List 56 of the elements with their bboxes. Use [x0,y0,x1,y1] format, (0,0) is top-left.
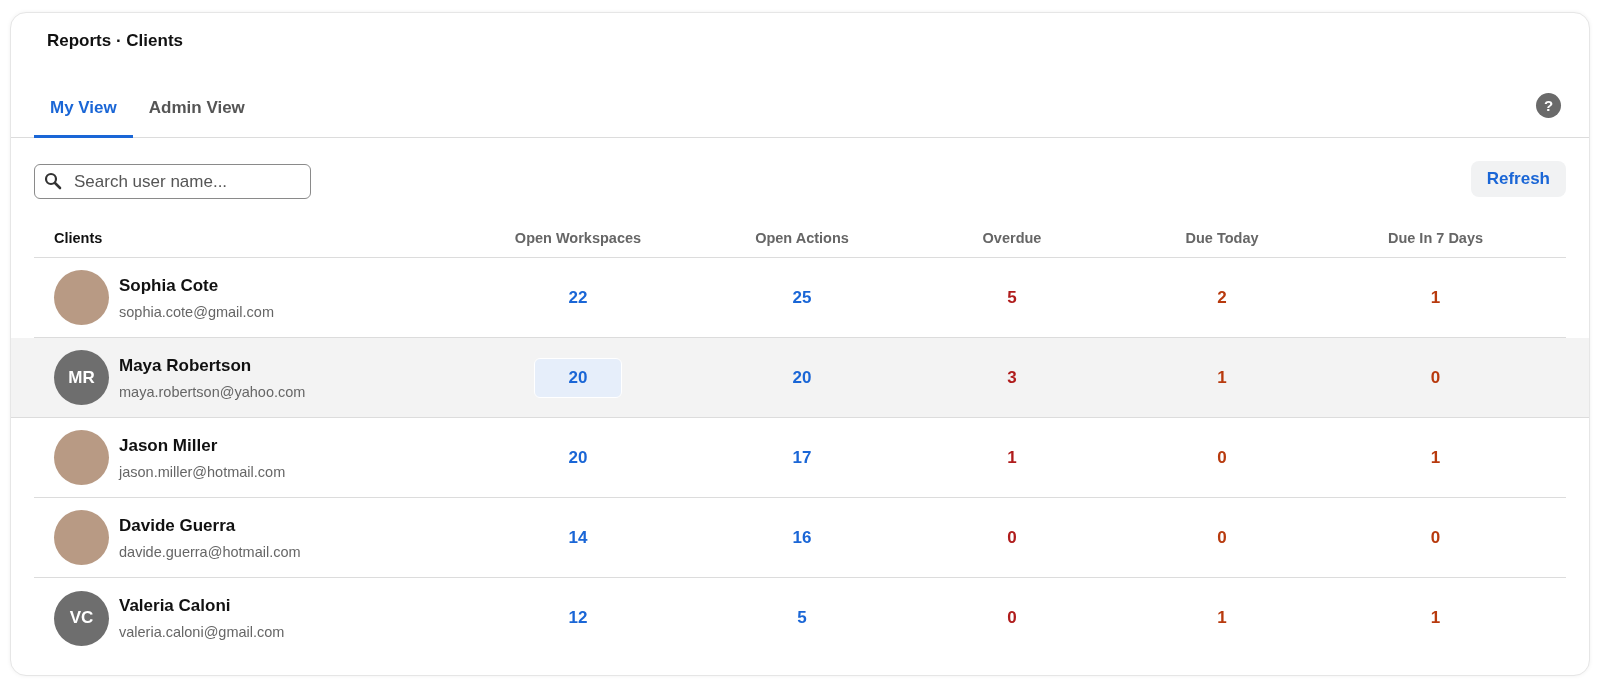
table-cell-text: 0 [1006,607,1018,629]
column-header: Clients [54,230,103,246]
table-cell-text: 22 [567,286,589,309]
column-header: Open Workspaces [514,230,642,246]
help-button[interactable]: ? [1536,93,1561,118]
table-cell-text: 5 [796,607,808,629]
avatar-photo-placeholder [54,270,109,325]
initials-avatar: VC [54,590,109,646]
column-header: Due In 7 Days [1387,230,1484,246]
client-name: Sophia Cote [119,275,220,296]
table-cell-text: 1 [1216,607,1228,629]
table-cell-text: 17 [791,446,813,469]
table-cell-text: 2 [1216,286,1228,309]
table-cell-text: 12 [567,607,589,629]
table-cell-text: 16 [791,526,813,549]
table-cell-text: 20 [567,446,589,469]
table-cell[interactable]: 20 [534,357,622,398]
table-row[interactable]: VC Valeria Caloni valeria.caloni@gmail.com 12 5 0 1 1 [34,578,1566,658]
table-cell-text: 0 [1216,446,1228,469]
table-cell-text: 0 [1429,526,1442,549]
table-cell-text: 0 [1216,526,1228,549]
client-name: Davide Guerra [119,515,237,536]
client-email: valeria.caloni@gmail.com [119,624,285,640]
avatar-photo-placeholder [54,430,109,485]
table-cell-text: 1 [1429,607,1442,629]
client-email: jason.miller@hotmail.com [119,463,286,480]
view-tab[interactable]: My View [34,88,133,138]
initials-avatar: MR [54,350,109,405]
table-row[interactable]: Davide Guerra davide.guerra@hotmail.com 14 16 0 0 0 [34,498,1566,578]
table-cell-text: 1 [1429,286,1442,309]
table-row[interactable]: Jason Miller jason.miller@hotmail.com 20 17 1 0 1 [34,418,1566,498]
breadcrumb-title: Reports · Clients [47,31,184,51]
table-cell-text: 5 [1006,286,1018,309]
table-row[interactable]: MR Maya Robertson maya.robertson@yahoo.com 20 20 3 1 0 [11,338,1589,418]
client-name: Jason Miller [119,435,219,456]
table-cell-text: 1 [1429,446,1442,469]
column-header: Due Today [1185,230,1259,246]
table-cell-text: 0 [1429,366,1442,389]
table-cell-text: 0 [1006,526,1018,549]
client-name: Maya Robertson [119,355,253,376]
refresh-button[interactable]: Refresh [1470,160,1566,197]
table-cell-text: 3 [1006,366,1018,389]
column-header: Overdue [982,230,1042,246]
table-cell-text: 20 [791,366,813,389]
avatar-photo-placeholder [54,510,109,565]
column-header: Open Actions [755,230,849,246]
table-cell-text: 1 [1216,366,1228,389]
table-cell-text: 1 [1006,446,1018,469]
client-email: davide.guerra@hotmail.com [119,543,301,560]
table-cell-text: 14 [567,526,589,549]
client-email: sophia.cote@gmail.com [119,303,274,320]
table-cell-text: 25 [791,286,813,309]
search-field[interactable]: Search user name... [34,164,311,199]
view-tab[interactable]: Admin View [132,88,261,138]
client-name: Valeria Caloni [119,596,232,616]
client-email: maya.robertson@yahoo.com [119,383,306,400]
